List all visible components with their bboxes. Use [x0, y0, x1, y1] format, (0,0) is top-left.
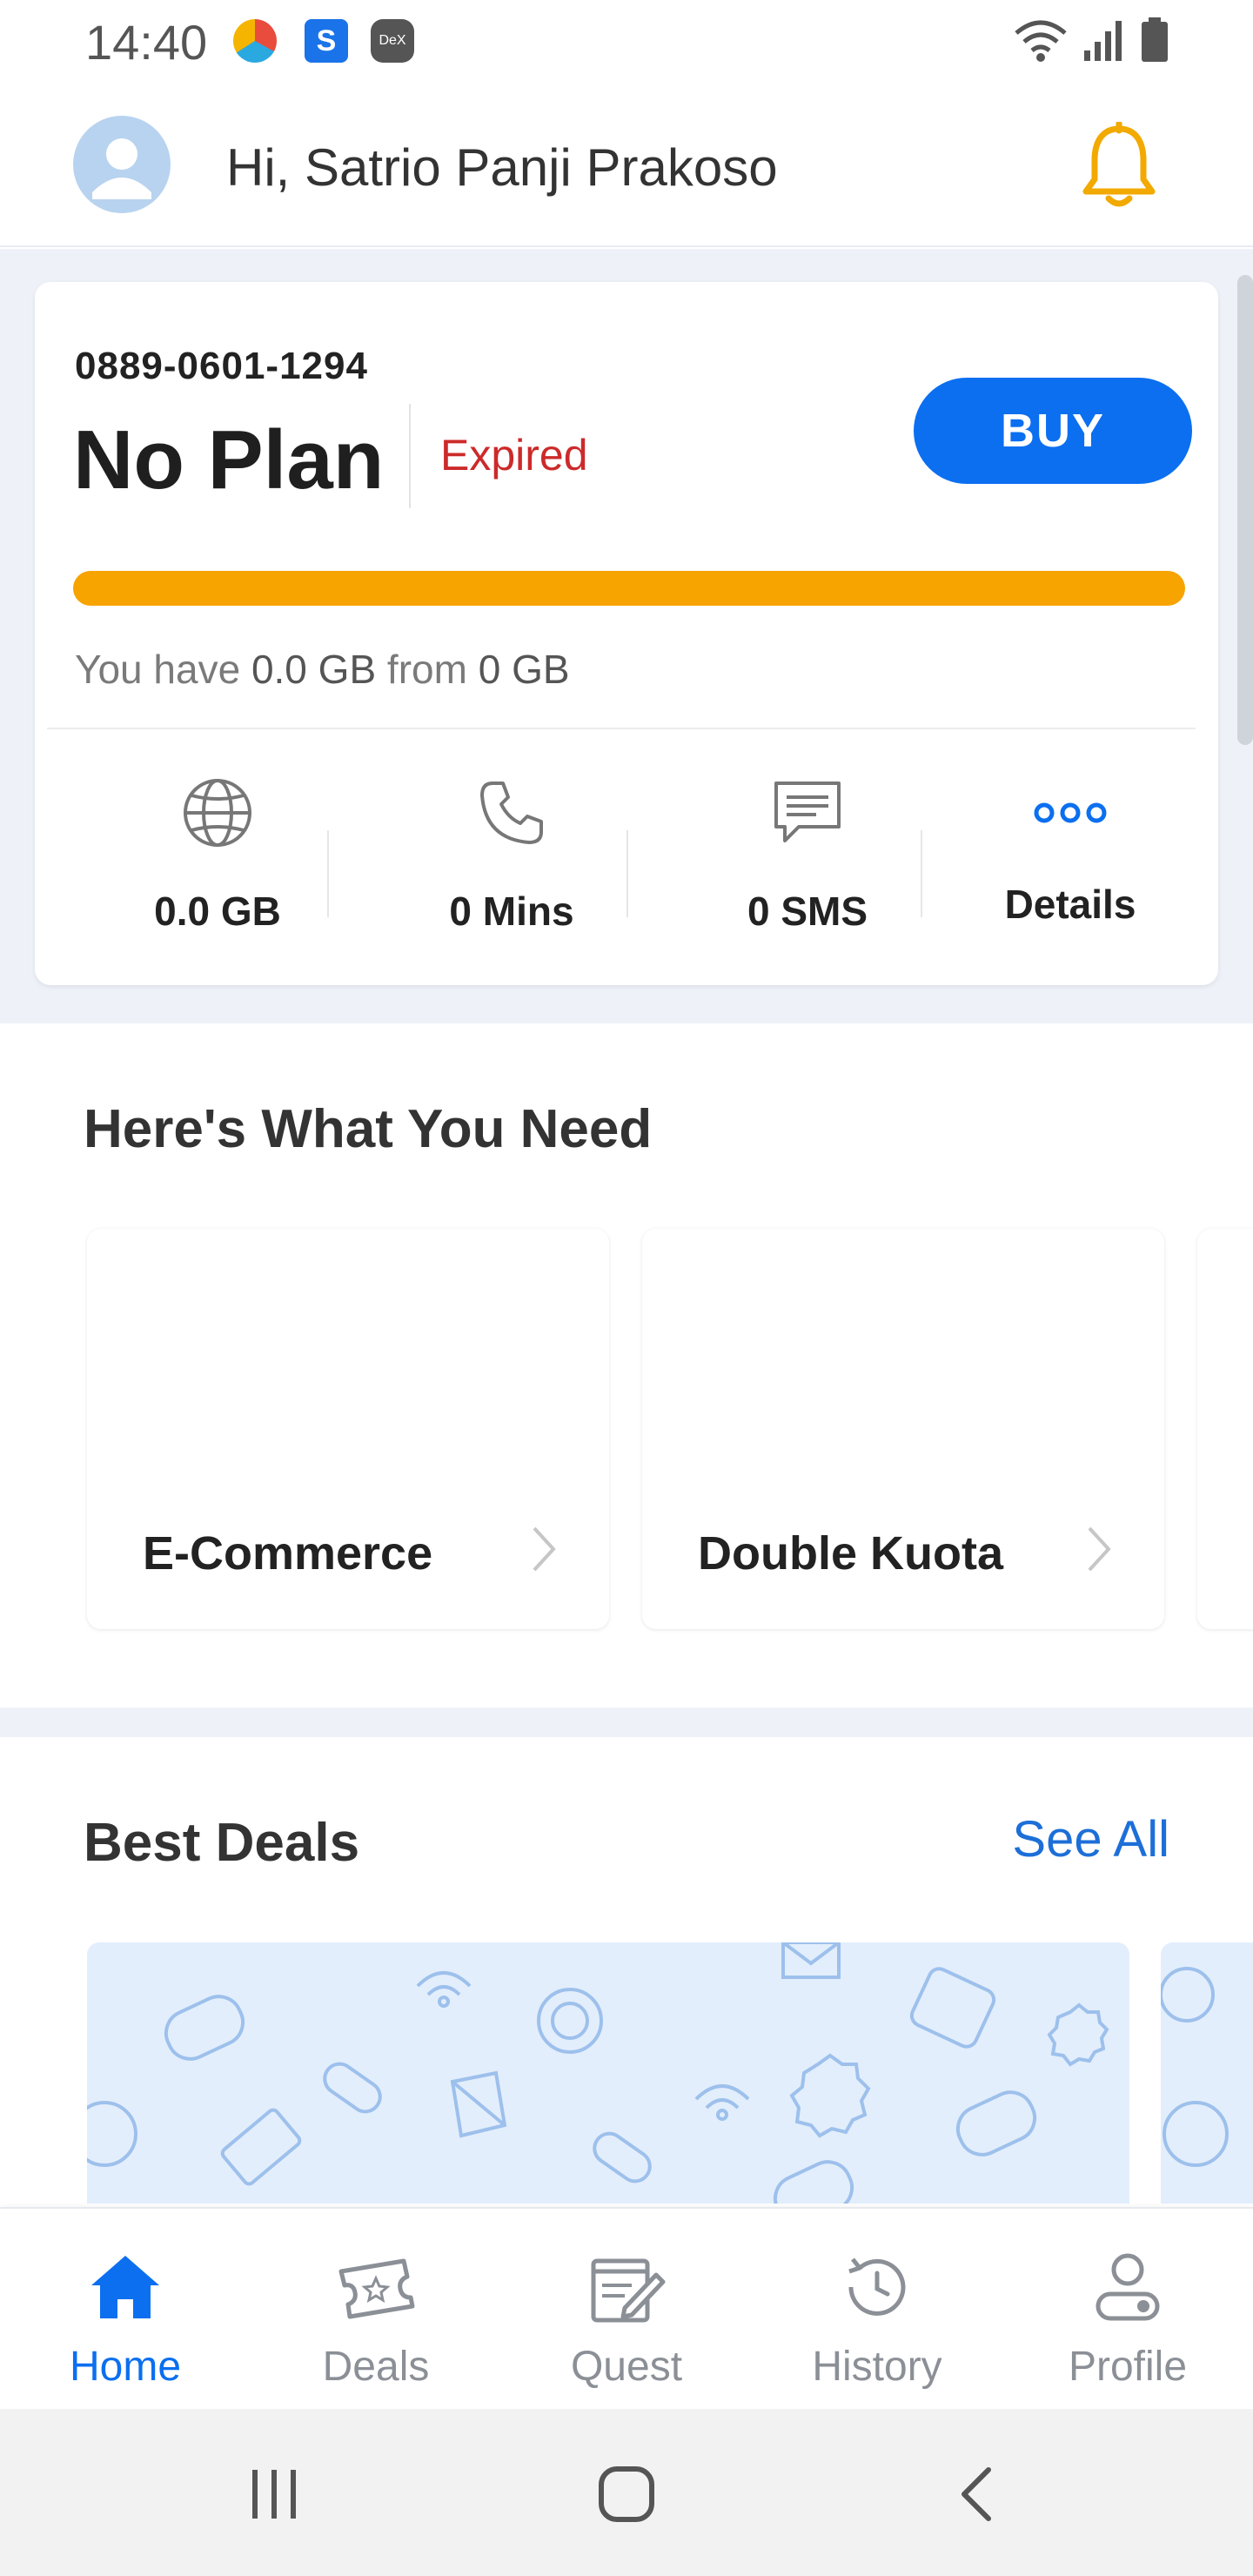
nav-home[interactable]: Home	[12, 2244, 238, 2391]
back-button-icon[interactable]	[954, 2465, 997, 2524]
nav-history[interactable]: History	[764, 2244, 990, 2391]
profile-icon	[1096, 2253, 1160, 2321]
need-card-double-kuota[interactable]: Double Kuota	[642, 1229, 1164, 1629]
battery-icon	[1142, 17, 1168, 62]
stat-divider	[921, 830, 922, 917]
stat-calls[interactable]: 0 Mins	[381, 769, 642, 935]
signal-icon	[1084, 21, 1122, 61]
status-bar: 14:40 S DeX	[0, 0, 1253, 87]
avatar[interactable]	[73, 116, 171, 213]
scrollbar[interactable]	[1237, 275, 1253, 745]
system-navigation-bar	[0, 2409, 1253, 2576]
phone-icon	[480, 782, 543, 844]
quest-icon	[591, 2258, 666, 2323]
wifi-icon	[1015, 20, 1067, 62]
quota-total: 0 GB	[478, 647, 570, 692]
nav-quest[interactable]: Quest	[513, 2244, 740, 2391]
home-icon	[91, 2256, 159, 2318]
quota-prefix: You have	[75, 647, 251, 692]
globe-icon	[184, 779, 251, 847]
user-avatar-icon	[92, 138, 151, 199]
stat-divider	[327, 830, 329, 917]
need-card-partial[interactable]	[1197, 1229, 1253, 1629]
nav-quest-label: Quest	[570, 2344, 683, 2390]
greeting-text: Hi, Satrio Panji Prakoso	[226, 138, 778, 197]
stat-data[interactable]: 0.0 GB	[87, 769, 348, 935]
quota-used: 0.0 GB	[251, 647, 377, 692]
recent-apps-icon[interactable]	[245, 2465, 303, 2522]
quota-progress-bar	[73, 571, 1185, 606]
dex-icon: DeX	[371, 19, 414, 63]
see-all-link[interactable]: See All	[1012, 1810, 1169, 1868]
nav-home-label: Home	[69, 2344, 182, 2390]
plan-divider	[409, 404, 411, 508]
s-app-icon: S	[305, 19, 348, 63]
needs-title: Here's What You Need	[84, 1099, 653, 1159]
history-icon	[848, 2257, 906, 2316]
stat-value-sms: 0 SMS	[747, 889, 868, 934]
status-right-icons	[1013, 17, 1169, 63]
message-icon	[774, 782, 841, 842]
plan-status-badge: Expired	[440, 431, 588, 480]
nav-history-label: History	[812, 2344, 942, 2390]
nav-deals[interactable]: Deals	[263, 2244, 489, 2391]
quota-mid: from	[376, 647, 479, 692]
bottom-navigation: Home Deals Quest History Profile	[0, 2207, 1253, 2409]
status-time: 14:40	[85, 15, 208, 70]
need-card-label: Double Kuota	[698, 1527, 1003, 1580]
ticket-icon	[338, 2258, 415, 2319]
deal-banner-next[interactable]	[1161, 1942, 1253, 2204]
chevron-right-icon	[533, 1526, 556, 1572]
card-divider	[47, 728, 1196, 729]
quota-summary: You have 0.0 GB from 0 GB	[75, 646, 570, 693]
details-link[interactable]: Details	[940, 769, 1201, 928]
stat-value-data: 0.0 GB	[154, 889, 281, 934]
details-label: Details	[1004, 882, 1136, 927]
chrome-like-icon	[233, 19, 277, 63]
stat-value-calls: 0 Mins	[449, 889, 574, 934]
bell-icon[interactable]	[1077, 122, 1161, 212]
nav-profile-label: Profile	[1068, 2344, 1188, 2390]
deal-pattern-image	[87, 1942, 1109, 2204]
chevron-right-icon	[1088, 1526, 1111, 1572]
plan-name: No Plan	[73, 413, 385, 506]
need-card-label: E-Commerce	[143, 1527, 433, 1580]
deal-pattern-image	[1161, 1967, 1229, 2167]
plan-card: 0889-0601-1294 No Plan Expired BUY You h…	[35, 282, 1218, 985]
nav-profile[interactable]: Profile	[1015, 2244, 1241, 2391]
best-deals-title: Best Deals	[84, 1813, 360, 1873]
stat-sms[interactable]: 0 SMS	[677, 769, 938, 935]
stat-divider	[626, 830, 628, 917]
app-header: Hi, Satrio Panji Prakoso	[0, 87, 1253, 247]
dex-label: DeX	[379, 33, 406, 48]
need-card-ecommerce[interactable]: E-Commerce	[87, 1229, 609, 1629]
deal-banner[interactable]	[87, 1942, 1129, 2204]
nav-deals-label: Deals	[322, 2344, 430, 2390]
more-dots-icon	[1034, 802, 1107, 823]
section-separator	[0, 1707, 1253, 1737]
phone-number: 0889-0601-1294	[75, 345, 368, 387]
buy-button[interactable]: BUY	[914, 378, 1192, 484]
home-button-icon[interactable]	[597, 2465, 656, 2524]
